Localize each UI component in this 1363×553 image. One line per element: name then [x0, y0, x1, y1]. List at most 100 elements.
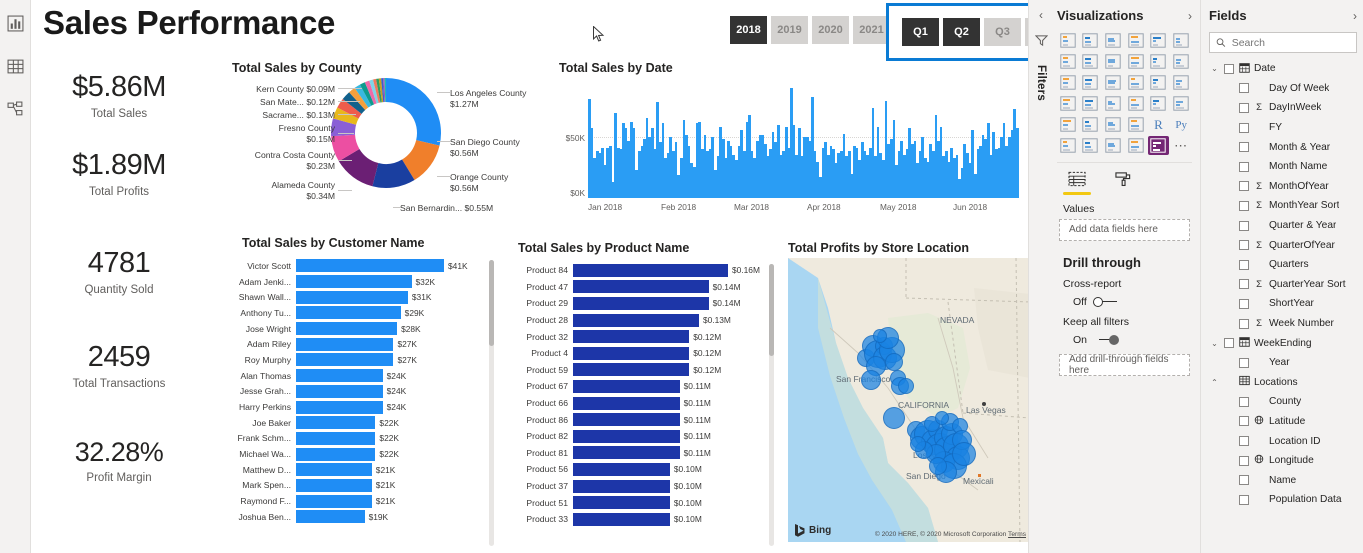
field-checkbox[interactable]: [1239, 455, 1249, 466]
map-bubble[interactable]: [861, 370, 881, 390]
field-item-location-id[interactable]: Location ID: [1209, 431, 1357, 451]
map-bubble[interactable]: [910, 436, 926, 452]
bar-fill[interactable]: [573, 313, 699, 327]
bar-fill[interactable]: [296, 290, 408, 304]
bar-row[interactable]: Frank Schm... $22K: [234, 431, 496, 447]
filter-icon[interactable]: [1034, 34, 1048, 47]
bar-row[interactable]: Product 56 $0.10M: [515, 461, 776, 478]
bar-fill[interactable]: [296, 322, 398, 336]
total-sales-by-date-chart[interactable]: $50K $0K Jan 2018 Feb 2018 Mar 2018 Apr …: [558, 60, 1023, 220]
field-checkbox[interactable]: [1239, 240, 1249, 251]
map-bubble[interactable]: [952, 442, 976, 466]
field-item-quarterofyear[interactable]: Σ QuarterOfYear: [1209, 235, 1357, 255]
customer-chart-scrollbar[interactable]: [489, 260, 494, 546]
decomposition-tree-icon[interactable]: [1080, 136, 1102, 155]
field-checkbox[interactable]: [1224, 338, 1234, 349]
field-item-locations[interactable]: ⌃ Locations: [1209, 373, 1357, 393]
line-stacked-column-icon[interactable]: [1125, 52, 1147, 71]
field-checkbox[interactable]: [1239, 396, 1249, 407]
bar-fill[interactable]: [296, 306, 401, 320]
python-visual-icon[interactable]: Py: [1170, 115, 1192, 134]
bar-row[interactable]: Product 4 $0.12M: [515, 345, 776, 362]
bar-fill[interactable]: [296, 431, 376, 445]
treemap-icon[interactable]: [1170, 73, 1192, 92]
kpi-card-quantity-sold[interactable]: 4781 Quantity Sold: [40, 248, 198, 297]
cross-report-toggle[interactable]: [1092, 296, 1119, 307]
slicer-option-q4[interactable]: Q4: [1025, 18, 1028, 46]
donut-slice[interactable]: [386, 78, 441, 146]
bar-row[interactable]: Michael Wa... $22K: [234, 446, 496, 462]
keep-all-filters-toggle[interactable]: [1093, 334, 1120, 345]
table-icon[interactable]: [1102, 115, 1124, 134]
card-icon[interactable]: [1148, 94, 1170, 113]
field-item-week-number[interactable]: Σ Week Number: [1209, 314, 1357, 334]
year-slicer[interactable]: 2018 2019 2020 2021: [730, 16, 890, 44]
field-checkbox[interactable]: [1239, 416, 1249, 427]
bar-row[interactable]: Harry Perkins $24K: [234, 399, 496, 415]
bar-fill[interactable]: [573, 379, 680, 393]
field-checkbox[interactable]: [1239, 279, 1249, 290]
bar-row[interactable]: Adam Jenki... $32K: [234, 274, 496, 290]
bar-row[interactable]: Product 86 $0.11M: [515, 411, 776, 428]
field-item-month-year[interactable]: Month & Year: [1209, 137, 1357, 157]
fields-tab[interactable]: [1063, 171, 1091, 195]
map-surface[interactable]: NEVADA CALIFORNIA San Francisco Las Vega…: [788, 258, 1028, 542]
qa-visual-icon[interactable]: [1102, 136, 1124, 155]
chevron-down-icon[interactable]: ⌄: [1209, 339, 1220, 348]
map-bubble[interactable]: [873, 329, 887, 343]
bar-row[interactable]: Shawn Wall... $31K: [234, 289, 496, 305]
bar-row[interactable]: Product 82 $0.11M: [515, 428, 776, 445]
slicer-option-q2[interactable]: Q2: [943, 18, 980, 46]
keep-all-filters-toggle-row[interactable]: On: [1057, 334, 1192, 346]
sidebar-item-data-view[interactable]: [2, 53, 28, 79]
map-bubble[interactable]: [929, 457, 947, 475]
total-sales-by-customer-name-chart[interactable]: Victor Scott $41K Adam Jenki... $32K Shawn W…: [234, 258, 496, 548]
bar-fill[interactable]: [296, 353, 394, 367]
bar-row[interactable]: Product 47 $0.14M: [515, 279, 776, 296]
chevron-right-icon[interactable]: ›: [1188, 9, 1192, 23]
matrix-icon[interactable]: [1125, 115, 1147, 134]
100-stacked-bar-chart-icon[interactable]: [1148, 31, 1170, 50]
chevron-right-icon[interactable]: ›: [1353, 9, 1357, 23]
field-item-fy[interactable]: FY: [1209, 118, 1357, 138]
visualization-type-grid[interactable]: R Py ⋯: [1057, 31, 1192, 163]
kpi-card-total-sales[interactable]: $5.86M Total Sales: [40, 72, 198, 121]
slicer-icon[interactable]: [1080, 115, 1102, 134]
map-bubble[interactable]: [883, 407, 905, 429]
field-checkbox[interactable]: [1239, 298, 1249, 309]
bar-row[interactable]: Victor Scott $41K: [234, 258, 496, 274]
pie-chart-icon[interactable]: [1125, 73, 1147, 92]
field-item-day-of-week[interactable]: Day Of Week: [1209, 79, 1357, 99]
field-checkbox[interactable]: [1239, 102, 1249, 113]
bar-row[interactable]: Roy Murphy $27K: [234, 352, 496, 368]
bar-fill[interactable]: [573, 363, 690, 377]
field-checkbox[interactable]: [1239, 181, 1249, 192]
bar-row[interactable]: Anthony Tu... $29K: [234, 305, 496, 321]
kpi-card-total-profits[interactable]: $1.89M Total Profits: [40, 150, 198, 199]
product-chart-scrollbar[interactable]: [769, 264, 774, 546]
bar-fill[interactable]: [573, 296, 709, 310]
bar-fill[interactable]: [573, 413, 680, 427]
bar-fill[interactable]: [573, 346, 690, 360]
funnel-icon[interactable]: [1080, 73, 1102, 92]
field-checkbox[interactable]: [1239, 161, 1249, 172]
cross-report-toggle-row[interactable]: Off: [1057, 296, 1192, 308]
bar-fill[interactable]: [573, 263, 728, 277]
field-checkbox[interactable]: [1239, 259, 1249, 270]
bar-fill[interactable]: [573, 396, 680, 410]
field-checkbox[interactable]: [1239, 220, 1249, 231]
r-script-visual-icon[interactable]: R: [1148, 115, 1170, 134]
slicer-option-2020[interactable]: 2020: [812, 16, 849, 44]
slicer-option-q3[interactable]: Q3: [984, 18, 1021, 46]
field-item-year[interactable]: Year: [1209, 353, 1357, 373]
bar-row[interactable]: Product 81 $0.11M: [515, 445, 776, 462]
shape-map-icon[interactable]: [1102, 94, 1124, 113]
sidebar-item-report-view[interactable]: [2, 10, 28, 36]
field-item-latitude[interactable]: Latitude: [1209, 412, 1357, 432]
bar-row[interactable]: Alan Thomas $24K: [234, 368, 496, 384]
drill-through-dropzone[interactable]: Add drill-through fields here: [1059, 353, 1190, 376]
field-item-date[interactable]: ⌄ Date: [1209, 59, 1357, 79]
field-item-monthyear-sort[interactable]: Σ MonthYear Sort: [1209, 196, 1357, 216]
bar-fill[interactable]: [573, 479, 670, 493]
bar-row[interactable]: Adam Riley $27K: [234, 336, 496, 352]
